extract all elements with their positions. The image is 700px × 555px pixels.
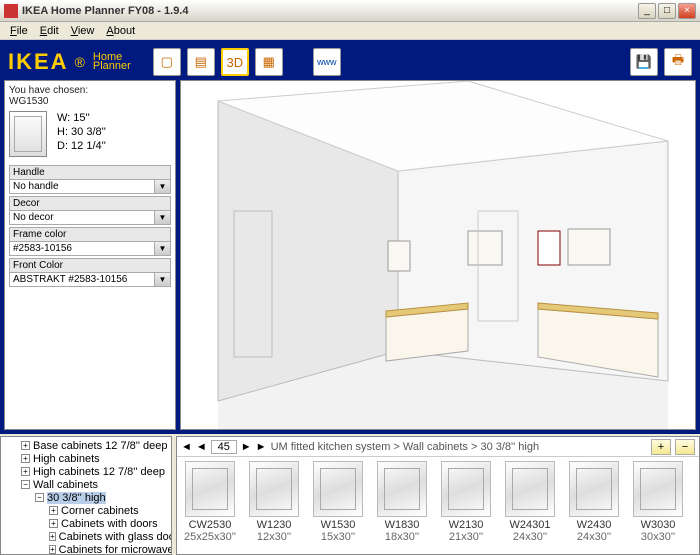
window-titlebar: IKEA Home Planner FY08 - 1.9.4 _ □ × — [0, 0, 700, 22]
dim-width: W: 15'' — [57, 111, 106, 125]
tool-new-icon[interactable]: ▢ — [153, 48, 181, 76]
chevron-down-icon[interactable]: ▼ — [155, 272, 171, 287]
catalog-item[interactable]: W2430124x30'' — [501, 461, 559, 550]
label-decor: Decor — [9, 196, 171, 210]
label-handle: Handle — [9, 165, 171, 179]
select-handle[interactable] — [9, 179, 155, 194]
catalog-item[interactable]: W123012x30'' — [245, 461, 303, 550]
cabinet-thumb-icon — [505, 461, 555, 517]
cabinet-thumb-icon — [441, 461, 491, 517]
category-tree[interactable]: +Base cabinets 12 7/8'' deep +High cabin… — [0, 436, 172, 555]
tool-3d-icon[interactable]: 3D — [221, 48, 249, 76]
zoom-in-button[interactable]: + — [651, 439, 671, 455]
page-input[interactable] — [211, 440, 237, 454]
select-decor[interactable] — [9, 210, 155, 225]
tool-print-icon[interactable]: 🖶 — [664, 48, 692, 76]
chevron-down-icon[interactable]: ▼ — [155, 179, 171, 194]
menu-bar: File Edit View About — [0, 22, 700, 40]
cabinet-thumb-icon — [633, 461, 683, 517]
menu-file[interactable]: File — [4, 24, 34, 38]
tool-save-icon[interactable]: 💾 — [630, 48, 658, 76]
zoom-out-button[interactable]: − — [675, 439, 695, 455]
arrow-left-icon[interactable]: ◄ — [181, 441, 192, 453]
catalog-panel: ◄ ◄ ► ► UM fitted kitchen system > Wall … — [176, 436, 700, 555]
cabinet-thumb-icon — [569, 461, 619, 517]
window-title: IKEA Home Planner FY08 - 1.9.4 — [22, 5, 638, 17]
select-frontcolor[interactable] — [9, 272, 155, 287]
chosen-thumbnail — [9, 111, 47, 157]
breadcrumb: UM fitted kitchen system > Wall cabinets… — [271, 441, 540, 453]
catalog-item[interactable]: W303030x30'' — [629, 461, 687, 550]
menu-edit[interactable]: Edit — [34, 24, 65, 38]
cabinet-thumb-icon — [313, 461, 363, 517]
cabinet-thumb-icon — [185, 461, 235, 517]
cabinet-thumb-icon — [249, 461, 299, 517]
chosen-heading: You have chosen: — [9, 85, 171, 96]
close-button[interactable]: × — [678, 3, 696, 19]
3d-viewport[interactable] — [180, 80, 696, 430]
maximize-button[interactable]: □ — [658, 3, 676, 19]
tool-list-icon[interactable]: ▦ — [255, 48, 283, 76]
cabinet-thumb-icon — [377, 461, 427, 517]
label-frontcolor: Front Color — [9, 258, 171, 272]
app-icon — [4, 4, 18, 18]
properties-panel: You have chosen: WG1530 W: 15'' H: 30 3/… — [4, 80, 176, 430]
chevron-down-icon[interactable]: ▼ — [155, 210, 171, 225]
menu-view[interactable]: View — [65, 24, 101, 38]
arrow-left-icon[interactable]: ◄ — [196, 441, 207, 453]
catalog-item[interactable]: W213021x30'' — [437, 461, 495, 550]
catalog-item[interactable]: CW253025x25x30'' — [181, 461, 239, 550]
minimize-button[interactable]: _ — [638, 3, 656, 19]
menu-about[interactable]: About — [100, 24, 141, 38]
arrow-right-icon[interactable]: ► — [256, 441, 267, 453]
toolbar: IKEA ® HomePlanner ▢ ▤ 3D ▦ www 💾 🖶 — [4, 44, 696, 80]
chosen-code: WG1530 — [9, 96, 171, 107]
dim-depth: D: 12 1/4'' — [57, 139, 106, 153]
chevron-down-icon[interactable]: ▼ — [155, 241, 171, 256]
tool-open-icon[interactable]: ▤ — [187, 48, 215, 76]
arrow-right-icon[interactable]: ► — [241, 441, 252, 453]
select-framecolor[interactable] — [9, 241, 155, 256]
tree-selected: 30 3/8'' high — [47, 492, 106, 504]
catalog-item[interactable]: W183018x30'' — [373, 461, 431, 550]
catalog-item[interactable]: W153015x30'' — [309, 461, 367, 550]
logo: IKEA — [8, 49, 69, 75]
catalog-item[interactable]: W243024x30'' — [565, 461, 623, 550]
label-framecolor: Frame color — [9, 227, 171, 241]
dim-height: H: 30 3/8'' — [57, 125, 106, 139]
tool-www-icon[interactable]: www — [313, 48, 341, 76]
